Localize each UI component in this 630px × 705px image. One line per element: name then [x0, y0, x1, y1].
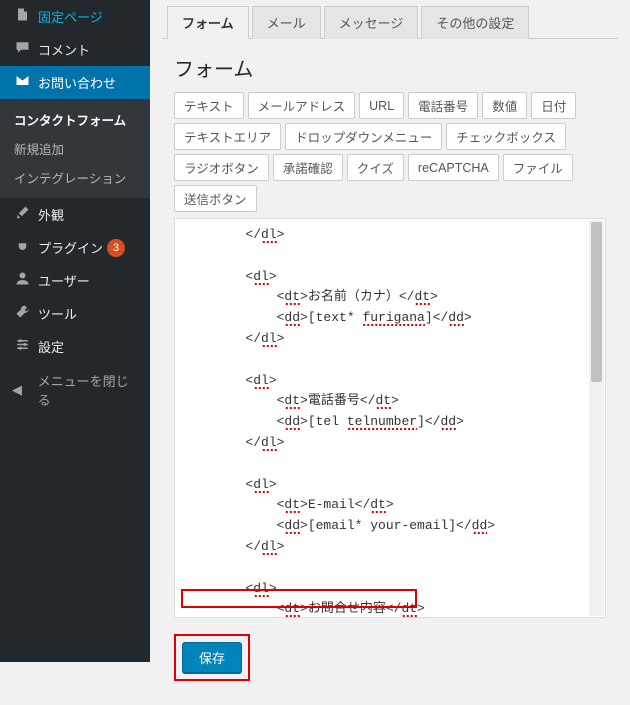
sidebar-item-label: お問い合わせ — [38, 73, 116, 92]
tag-button[interactable]: 日付 — [531, 92, 576, 119]
sliders-icon — [12, 337, 32, 356]
mail-icon — [12, 73, 32, 92]
scrollbar-thumb[interactable] — [591, 222, 602, 382]
tag-button[interactable]: テキストエリア — [174, 123, 281, 150]
sidebar-sub-integration[interactable]: インテグレーション — [0, 163, 150, 192]
sidebar-submenu: コンタクトフォーム 新規追加 インテグレーション — [0, 99, 150, 198]
collapse-icon: ◀ — [12, 382, 32, 398]
tab-messages[interactable]: メッセージ — [324, 6, 419, 39]
file-icon — [12, 7, 32, 26]
brush-icon — [12, 205, 32, 224]
wrench-icon — [12, 304, 32, 323]
sidebar-item-label: 固定ページ — [38, 7, 103, 26]
admin-sidebar: 固定ページ コメント お問い合わせ コンタクトフォーム 新規追加 インテグレーシ… — [0, 0, 150, 662]
tag-button[interactable]: 承諾確認 — [273, 154, 343, 181]
form-panel: フォーム テキストメールアドレスURL電話番号数値日付テキストエリアドロップダウ… — [162, 39, 618, 693]
tag-button[interactable]: 電話番号 — [408, 92, 478, 119]
sidebar-item-users[interactable]: ユーザー — [0, 264, 150, 297]
tag-button[interactable]: クイズ — [347, 154, 404, 181]
form-editor[interactable]: </dl> <dl> <dt>お名前（カナ）</dt> <dd>[text* f… — [175, 219, 605, 617]
sidebar-item-pages[interactable]: 固定ページ — [0, 0, 150, 33]
tab-form[interactable]: フォーム — [167, 6, 249, 39]
tag-button[interactable]: URL — [359, 92, 404, 119]
sidebar-item-tools[interactable]: ツール — [0, 297, 150, 330]
sidebar-sub-contactforms[interactable]: コンタクトフォーム — [0, 105, 150, 134]
tag-button[interactable]: メールアドレス — [248, 92, 356, 119]
form-editor-wrap: </dl> <dl> <dt>お名前（カナ）</dt> <dd>[text* f… — [174, 218, 606, 618]
sidebar-sub-addnew[interactable]: 新規追加 — [0, 134, 150, 163]
sidebar-item-contact[interactable]: お問い合わせ — [0, 66, 150, 99]
tag-button[interactable]: 送信ボタン — [174, 185, 257, 212]
sidebar-item-label: ユーザー — [38, 271, 90, 290]
tab-bar: フォーム メール メッセージ その他の設定 — [162, 5, 618, 39]
tag-button[interactable]: reCAPTCHA — [408, 154, 499, 181]
tab-additional[interactable]: その他の設定 — [421, 6, 529, 39]
tag-button[interactable]: 数値 — [482, 92, 527, 119]
tag-button[interactable]: チェックボックス — [446, 123, 566, 150]
sidebar-item-appearance[interactable]: 外観 — [0, 198, 150, 231]
tag-button[interactable]: ファイル — [503, 154, 573, 181]
update-badge: 3 — [107, 239, 125, 257]
user-icon — [12, 271, 32, 290]
sidebar-item-label: 設定 — [38, 337, 64, 356]
sidebar-item-label: 外観 — [38, 205, 64, 224]
sidebar-item-label: ツール — [38, 304, 77, 323]
scrollbar[interactable] — [589, 220, 604, 616]
sidebar-item-label: プラグイン — [38, 238, 103, 257]
sidebar-item-settings[interactable]: 設定 — [0, 330, 150, 363]
sidebar-item-comments[interactable]: コメント — [0, 33, 150, 66]
sidebar-collapse[interactable]: ◀ メニューを閉じる — [0, 363, 150, 417]
plug-icon — [12, 238, 32, 257]
tag-generator-row: テキストメールアドレスURL電話番号数値日付テキストエリアドロップダウンメニュー… — [174, 92, 606, 212]
tab-mail[interactable]: メール — [252, 6, 321, 39]
annotation-save-wrap: 保存 — [174, 634, 250, 681]
sidebar-item-label: コメント — [38, 40, 90, 59]
tag-button[interactable]: ドロップダウンメニュー — [285, 123, 442, 150]
tag-button[interactable]: ラジオボタン — [174, 154, 269, 181]
sidebar-item-plugins[interactable]: プラグイン 3 — [0, 231, 150, 264]
panel-heading: フォーム — [174, 53, 606, 82]
sidebar-collapse-label: メニューを閉じる — [38, 371, 140, 409]
main-content: フォーム メール メッセージ その他の設定 フォーム テキストメールアドレスUR… — [150, 0, 630, 705]
tag-button[interactable]: テキスト — [174, 92, 244, 119]
save-button[interactable]: 保存 — [182, 642, 242, 673]
comment-icon — [12, 40, 32, 59]
